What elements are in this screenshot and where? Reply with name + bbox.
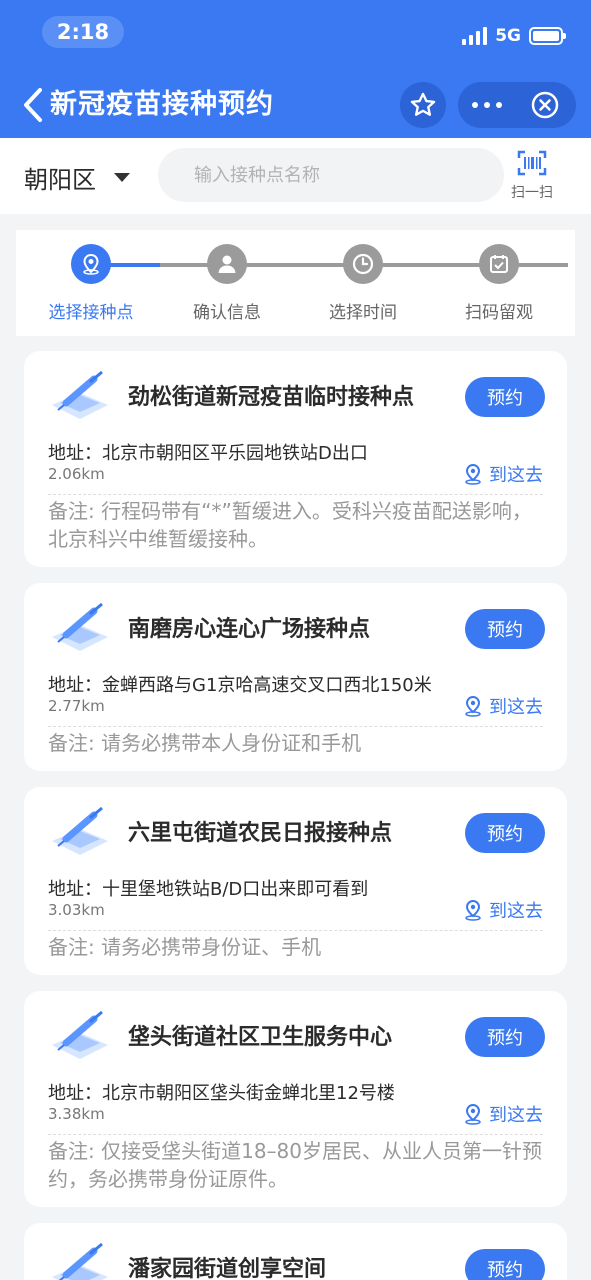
map-pin-icon bbox=[465, 463, 481, 485]
map-pin-icon bbox=[465, 695, 481, 717]
site-name: 劲松街道新冠疫苗临时接种点 bbox=[128, 385, 415, 410]
step-label: 选择接种点 bbox=[48, 303, 134, 323]
navigate-button[interactable]: 到这去 bbox=[463, 1101, 543, 1127]
step-select-time: 选择时间 bbox=[303, 244, 423, 323]
navigate-label: 到这去 bbox=[489, 1105, 543, 1126]
vaccine-syringe-icon bbox=[52, 370, 108, 419]
network-type: 5G bbox=[495, 26, 521, 46]
star-icon bbox=[410, 92, 436, 116]
site-distance: 3.38km bbox=[48, 1105, 105, 1123]
site-distance: 3.03km bbox=[48, 901, 105, 919]
calendar-check-icon bbox=[490, 255, 508, 273]
navigate-button[interactable]: 到这去 bbox=[463, 693, 543, 719]
site-note: 备注: 请务必携带身份证、手机 bbox=[48, 935, 322, 959]
district-label: 朝阳区 bbox=[24, 166, 96, 194]
site-distance: 2.77km bbox=[48, 697, 105, 715]
book-button[interactable]: 预约 bbox=[465, 1017, 545, 1057]
divider bbox=[48, 930, 543, 931]
step-label: 扫码留观 bbox=[465, 303, 533, 323]
vaccine-syringe-icon bbox=[52, 602, 108, 651]
status-time: 2:18 bbox=[42, 16, 124, 48]
divider bbox=[48, 494, 543, 495]
book-button[interactable]: 预约 bbox=[465, 377, 545, 417]
favorite-button[interactable] bbox=[400, 82, 446, 128]
close-button[interactable] bbox=[516, 82, 574, 128]
scan-button[interactable]: 扫一扫 bbox=[508, 150, 556, 202]
site-note: 备注: 请务必携带本人身份证和手机 bbox=[48, 731, 362, 755]
divider bbox=[48, 726, 543, 727]
navigate-label: 到这去 bbox=[489, 901, 543, 922]
site-name: 潘家园街道创享空间 bbox=[128, 1257, 327, 1280]
site-card[interactable]: 劲松街道新冠疫苗临时接种点 预约 地址：北京市朝阳区平乐园地铁站D出口 2.06… bbox=[24, 351, 567, 567]
status-indicators: 5G bbox=[462, 24, 566, 48]
navigate-button[interactable]: 到这去 bbox=[463, 461, 543, 487]
close-circle-icon bbox=[531, 91, 559, 119]
district-selector[interactable]: 朝阳区 bbox=[24, 160, 130, 195]
site-distance: 2.06km bbox=[48, 465, 105, 483]
scan-label: 扫一扫 bbox=[511, 185, 553, 201]
book-button[interactable]: 预约 bbox=[465, 609, 545, 649]
site-note: 备注: 行程码带有“*”暂缓进入。受科兴疫苗配送影响，北京科兴中维暂缓接种。 bbox=[48, 499, 532, 551]
site-card[interactable]: 六里屯街道农民日报接种点 预约 地址：十里堡地铁站B/D口出来即可看到 3.03… bbox=[24, 787, 567, 975]
scan-icon bbox=[517, 150, 547, 176]
progress-steps: 选择接种点 确认信息 选择时间 扫码留观 bbox=[16, 230, 575, 336]
clock-icon bbox=[352, 253, 374, 275]
miniapp-capsule bbox=[458, 82, 576, 128]
more-button[interactable] bbox=[458, 82, 516, 128]
navigate-label: 到这去 bbox=[489, 697, 543, 718]
site-name: 六里屯街道农民日报接种点 bbox=[128, 821, 393, 846]
top-bar: 2:18 5G 新冠疫苗接种预约 bbox=[0, 0, 591, 138]
caret-down-icon bbox=[114, 173, 130, 182]
page-title: 新冠疫苗接种预约 bbox=[50, 89, 274, 120]
divider bbox=[48, 1134, 543, 1135]
vaccine-syringe-icon bbox=[52, 806, 108, 855]
site-address: 地址：北京市朝阳区垡头街金蝉北里12号楼 bbox=[48, 1083, 395, 1104]
site-address: 地址：十里堡地铁站B/D口出来即可看到 bbox=[48, 879, 369, 900]
chevron-left-icon bbox=[24, 88, 42, 122]
step-scan-observe: 扫码留观 bbox=[439, 244, 559, 323]
navigate-button[interactable]: 到这去 bbox=[463, 897, 543, 923]
site-name: 南磨房心连心广场接种点 bbox=[128, 617, 371, 642]
step-select-site[interactable]: 选择接种点 bbox=[31, 244, 151, 323]
map-pin-icon bbox=[465, 899, 481, 921]
site-address: 地址：金蝉西路与G1京哈高速交叉口西北150米 bbox=[48, 675, 432, 696]
map-pin-icon bbox=[465, 1103, 481, 1125]
book-button[interactable]: 预约 bbox=[465, 1249, 545, 1280]
location-icon bbox=[83, 253, 99, 275]
book-button[interactable]: 预约 bbox=[465, 813, 545, 853]
site-name: 垡头街道社区卫生服务中心 bbox=[128, 1025, 393, 1050]
battery-icon bbox=[529, 27, 566, 45]
step-label: 选择时间 bbox=[329, 303, 397, 323]
search-bar: 朝阳区 扫一扫 bbox=[0, 138, 591, 214]
search-input[interactable] bbox=[158, 148, 504, 202]
user-icon bbox=[218, 255, 236, 273]
site-card[interactable]: 垡头街道社区卫生服务中心 预约 地址：北京市朝阳区垡头街金蝉北里12号楼 3.3… bbox=[24, 991, 567, 1207]
site-card[interactable]: 潘家园街道创享空间 预约 bbox=[24, 1223, 567, 1280]
navigate-label: 到这去 bbox=[489, 465, 543, 486]
site-address: 地址：北京市朝阳区平乐园地铁站D出口 bbox=[48, 443, 368, 464]
step-confirm-info: 确认信息 bbox=[167, 244, 287, 323]
site-note: 备注: 仅接受垡头街道18–80岁居民、从业人员第一针预约，务必携带身份证原件。 bbox=[48, 1139, 542, 1191]
vaccine-syringe-icon bbox=[52, 1242, 108, 1280]
back-button[interactable] bbox=[20, 86, 46, 124]
signal-icon bbox=[462, 27, 488, 45]
site-card[interactable]: 南磨房心连心广场接种点 预约 地址：金蝉西路与G1京哈高速交叉口西北150米 2… bbox=[24, 583, 567, 771]
vaccine-syringe-icon bbox=[52, 1010, 108, 1059]
step-label: 确认信息 bbox=[193, 303, 261, 323]
